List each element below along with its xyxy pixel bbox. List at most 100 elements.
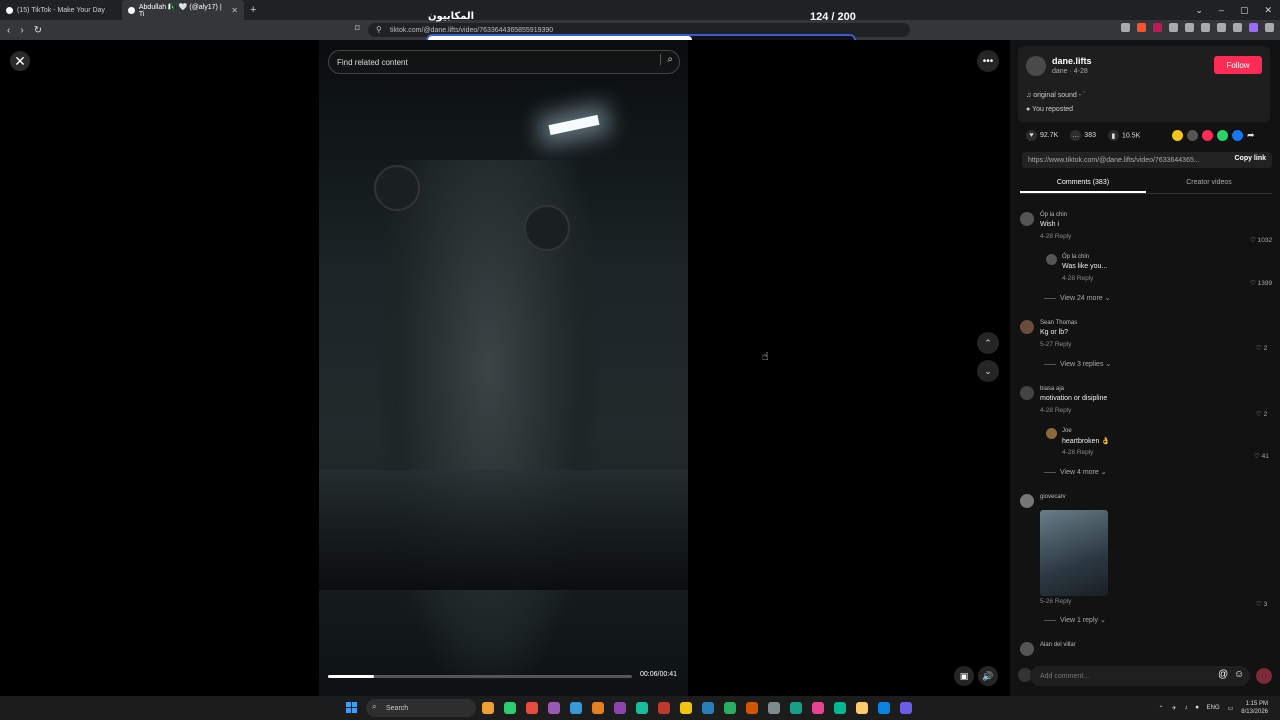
mic-icon[interactable]: ⏺ [1196, 705, 1199, 712]
pinned-app-icon[interactable] [878, 702, 890, 714]
language-indicator[interactable]: ENG [1207, 705, 1220, 711]
coin-icon[interactable] [1172, 130, 1183, 141]
sidebar-icon[interactable] [1185, 23, 1194, 32]
menu-icon[interactable] [1265, 23, 1274, 32]
emoji-icon[interactable]: ☺ [1234, 669, 1244, 680]
cast-icon[interactable] [1121, 23, 1130, 32]
battery-icon[interactable]: ▭ [1228, 705, 1234, 712]
search-icon[interactable]: ⌕ [660, 54, 673, 65]
video-player[interactable] [319, 40, 688, 696]
pinned-app-icon[interactable] [526, 702, 538, 714]
wallet-icon[interactable] [1201, 23, 1210, 32]
brave-shield-icon[interactable] [1137, 23, 1146, 32]
comment-likes[interactable]: ♡ 3 [1256, 600, 1267, 608]
floating-player-button[interactable]: ▣ [954, 666, 974, 686]
like-stat[interactable]: ♥ 92.7K [1026, 130, 1058, 141]
pinned-app-icon[interactable] [482, 702, 494, 714]
site-info-icon[interactable]: ⚲ [376, 25, 382, 34]
whatsapp-icon[interactable] [1217, 130, 1228, 141]
comment-meta[interactable]: 4-28 Reply [1062, 449, 1093, 456]
pinned-app-icon[interactable] [548, 702, 560, 714]
previous-video-button[interactable]: ⌃ [977, 332, 999, 354]
pinned-app-icon[interactable] [724, 702, 736, 714]
vpn-icon[interactable] [1233, 23, 1242, 32]
maximize-button[interactable]: ▢ [1240, 5, 1249, 16]
pinned-app-icon[interactable] [812, 702, 824, 714]
network-icon[interactable]: ✈ [1172, 705, 1177, 712]
post-comment-button[interactable] [1256, 668, 1272, 684]
comment-likes[interactable]: ♡ 41 [1254, 452, 1269, 460]
back-icon[interactable]: ‹ [7, 25, 10, 36]
pinned-app-icon[interactable] [900, 702, 912, 714]
comment-likes[interactable]: ♡ 1399 [1250, 279, 1272, 287]
author-username[interactable]: dane.lifts [1052, 56, 1092, 66]
music-icon[interactable] [1169, 23, 1178, 32]
share-forward-icon[interactable]: ➦ [1247, 130, 1255, 141]
add-comment-input[interactable]: Add comment... [1030, 666, 1250, 686]
comment-meta[interactable]: 5-27 Reply [1040, 341, 1071, 348]
close-button[interactable]: ✕ [10, 51, 30, 71]
mention-icon[interactable]: @ [1218, 669, 1228, 680]
rewards-icon[interactable] [1153, 23, 1162, 32]
sound-link[interactable]: ♫ original sound - ` [1026, 92, 1085, 99]
pinned-app-icon[interactable] [702, 702, 714, 714]
next-video-button[interactable]: ⌄ [977, 360, 999, 382]
ai-icon[interactable] [1217, 23, 1226, 32]
new-tab-button[interactable]: + [244, 4, 262, 16]
pinned-app-icon[interactable] [790, 702, 802, 714]
pinned-app-icon[interactable] [746, 702, 758, 714]
comment-likes[interactable]: ♡ 1032 [1250, 236, 1272, 244]
related-search-input[interactable]: Find related content ⌕ [328, 50, 680, 74]
comment-author[interactable]: biasa aja [1040, 386, 1064, 392]
start-button[interactable] [346, 702, 358, 714]
avatar[interactable] [1020, 494, 1034, 508]
pinned-app-icon[interactable] [504, 702, 516, 714]
pinned-app-icon[interactable] [680, 702, 692, 714]
comment-meta[interactable]: 4-28 Reply [1040, 407, 1071, 414]
pinned-app-icon[interactable] [768, 702, 780, 714]
profile-icon[interactable] [1249, 23, 1258, 32]
bookmark-icon[interactable]: ⌑ [355, 23, 360, 34]
view-more-replies[interactable]: View 4 more ⌄ [1044, 468, 1107, 476]
rewards-icon[interactable] [1202, 130, 1213, 141]
comment-author[interactable]: giovecarv [1040, 494, 1066, 500]
comment-author[interactable]: Óp la chin [1040, 212, 1067, 218]
speaker-icon[interactable]: ♪ [1185, 705, 1188, 711]
pinned-app-icon[interactable] [658, 702, 670, 714]
copy-link-button[interactable]: Copy link [1234, 155, 1266, 162]
view-more-replies[interactable]: View 24 more ⌄ [1044, 294, 1110, 302]
comment-meta[interactable]: 4-28 Reply [1040, 233, 1071, 240]
comment-author[interactable]: Óp la chin [1062, 254, 1089, 260]
tab-search-icon[interactable]: ⌄ [1195, 5, 1203, 16]
embed-icon[interactable] [1187, 130, 1198, 141]
comment-likes[interactable]: ♡ 2 [1256, 344, 1267, 352]
tray-chevron-icon[interactable]: ⌃ [1159, 705, 1164, 712]
pinned-app-icon[interactable] [570, 702, 582, 714]
video-link-field[interactable]: https://www.tiktok.com/@dane.lifts/video… [1022, 152, 1272, 168]
reload-icon[interactable]: ↻ [34, 25, 42, 36]
facebook-icon[interactable] [1232, 130, 1243, 141]
author-avatar[interactable] [1026, 56, 1046, 76]
comment-meta[interactable]: 4-28 Reply [1062, 275, 1093, 282]
pinned-app-icon[interactable] [614, 702, 626, 714]
avatar[interactable] [1020, 642, 1034, 656]
close-tab-icon[interactable]: ✕ [231, 6, 238, 15]
forward-icon[interactable]: › [20, 25, 23, 36]
follow-button[interactable]: Follow [1214, 56, 1262, 74]
seek-bar[interactable] [328, 675, 632, 678]
avatar[interactable] [1020, 320, 1034, 334]
pinned-app-icon[interactable] [856, 702, 868, 714]
pinned-app-icon[interactable] [636, 702, 648, 714]
taskbar-search[interactable]: ⌕ Search [366, 699, 476, 717]
view-more-replies[interactable]: View 3 replies ⌄ [1044, 360, 1111, 368]
tab-comments[interactable]: Comments (383) [1020, 176, 1146, 193]
avatar[interactable] [1046, 428, 1057, 439]
comment-author[interactable]: Sean Thomas [1040, 320, 1077, 326]
comment-likes[interactable]: ♡ 2 [1256, 410, 1267, 418]
tab-creator-videos[interactable]: Creator videos [1146, 176, 1272, 193]
minimize-button[interactable]: – [1219, 5, 1224, 15]
volume-button[interactable]: 🔊 [978, 666, 998, 686]
comment-image[interactable] [1040, 510, 1108, 596]
view-more-replies[interactable]: View 1 reply ⌄ [1044, 616, 1106, 624]
save-stat[interactable]: ▮ 10.5K [1107, 130, 1140, 141]
